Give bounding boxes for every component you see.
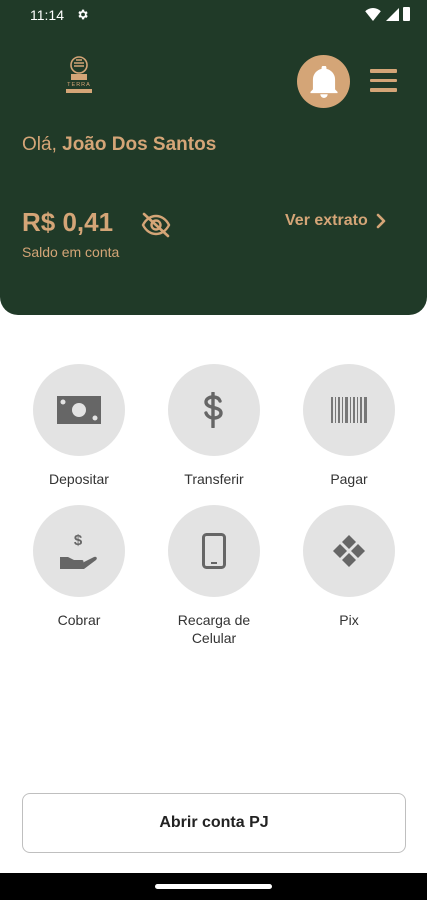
- action-label: Cobrar: [57, 612, 101, 628]
- hand-dollar-icon: $: [60, 532, 97, 569]
- action-pix[interactable]: Pix: [284, 505, 414, 629]
- open-pj-account-button[interactable]: Abrir conta PJ: [22, 793, 406, 853]
- chevron-right-icon: [376, 213, 386, 229]
- action-circle: [168, 364, 260, 456]
- action-circle: [168, 505, 260, 597]
- statement-link[interactable]: Ver extrato: [285, 212, 386, 230]
- action-circle: [33, 364, 125, 456]
- action-label: Pagar: [330, 471, 368, 487]
- action-recarga[interactable]: Recarga de Celular: [149, 505, 279, 647]
- balance-value: R$ 0,41: [22, 207, 114, 237]
- action-depositar[interactable]: Depositar: [14, 364, 144, 488]
- user-name: João Dos Santos: [62, 134, 217, 155]
- notifications-button[interactable]: [297, 55, 350, 108]
- menu-bar: [370, 88, 397, 92]
- barcode-icon: [331, 397, 367, 423]
- action-circle: [303, 364, 395, 456]
- pix-icon: [333, 535, 365, 567]
- greeting: Olá, João Dos Santos: [22, 134, 216, 156]
- action-label: Depositar: [49, 471, 109, 487]
- action-transferir[interactable]: Transferir: [149, 364, 279, 488]
- dollar-icon: [204, 392, 223, 428]
- signal-icon: [386, 8, 399, 21]
- action-circle: [303, 505, 395, 597]
- phone-icon: [202, 533, 226, 569]
- wifi-icon: [365, 8, 381, 21]
- action-label: Pix: [339, 612, 359, 628]
- action-pagar[interactable]: Pagar: [284, 364, 414, 488]
- menu-button[interactable]: [370, 69, 397, 93]
- action-label: Transferir: [184, 471, 244, 487]
- eye-off-icon[interactable]: [140, 211, 172, 239]
- header-panel: 11:14 TERRA Olá, João Dos Santos R$ 0,41…: [0, 0, 427, 315]
- bell-icon: [309, 65, 338, 98]
- cash-icon: [57, 396, 101, 424]
- status-bar: 11:14: [0, 0, 427, 30]
- logo-text: TERRA: [67, 82, 91, 88]
- menu-bar: [370, 69, 397, 73]
- action-cobrar[interactable]: $ Cobrar: [14, 505, 144, 629]
- svg-text:$: $: [74, 532, 83, 549]
- balance-label: Saldo em conta: [22, 244, 120, 260]
- action-label: Recarga de Celular: [177, 612, 251, 646]
- status-time: 11:14: [30, 7, 64, 23]
- home-gesture-handle[interactable]: [155, 884, 272, 889]
- greeting-prefix: Olá,: [22, 134, 63, 155]
- navigation-bar: [0, 873, 427, 900]
- gear-icon: [78, 9, 88, 20]
- terra-logo: TERRA: [66, 56, 92, 93]
- statement-link-label: Ver extrato: [285, 212, 368, 229]
- menu-bar: [370, 78, 397, 82]
- battery-icon: [403, 7, 410, 21]
- action-circle: $: [33, 505, 125, 597]
